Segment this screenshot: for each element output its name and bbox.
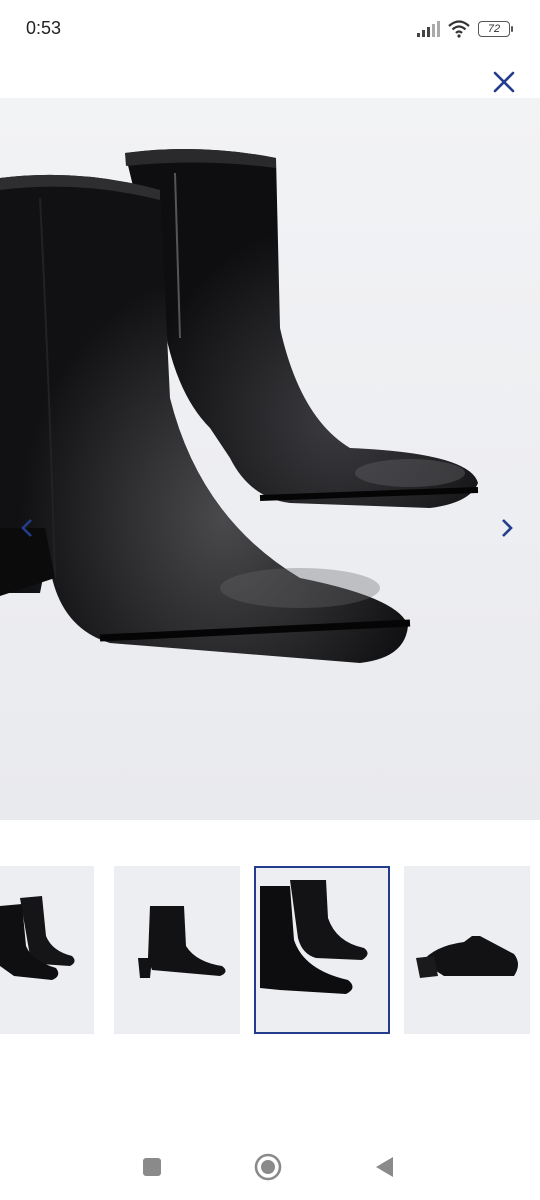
thumbnail-strip	[0, 866, 540, 1034]
home-icon	[254, 1153, 282, 1181]
thumbnail-image	[114, 866, 240, 1034]
thumbnail-3[interactable]	[254, 866, 390, 1034]
product-image-viewer[interactable]	[0, 98, 540, 820]
battery-level: 72	[487, 23, 501, 35]
chevron-left-icon	[21, 519, 32, 537]
thumbnail-image	[0, 866, 94, 1034]
thumbnail-image	[256, 868, 388, 1032]
thumbnail-image	[404, 866, 530, 1034]
recent-apps-button[interactable]	[135, 1150, 169, 1184]
wifi-icon	[448, 20, 470, 38]
status-time: 0:53	[26, 18, 62, 38]
signal-icon	[417, 21, 440, 37]
next-image-button[interactable]	[492, 510, 522, 546]
chevron-right-icon	[502, 519, 513, 537]
back-button[interactable]	[367, 1150, 401, 1184]
back-icon	[376, 1157, 393, 1177]
close-button[interactable]	[486, 64, 522, 100]
thumbnail-2[interactable]	[114, 866, 240, 1034]
thumbnail-4[interactable]	[404, 866, 530, 1034]
close-icon	[493, 71, 515, 93]
battery-icon: 72	[478, 21, 513, 37]
status-bar: 0:53 72	[0, 0, 540, 58]
prev-image-button[interactable]	[12, 510, 42, 546]
product-image	[0, 98, 540, 820]
recent-apps-icon	[143, 1158, 161, 1176]
home-button[interactable]	[251, 1150, 285, 1184]
status-icons: 72	[416, 18, 513, 40]
thumbnail-1[interactable]	[0, 866, 94, 1034]
